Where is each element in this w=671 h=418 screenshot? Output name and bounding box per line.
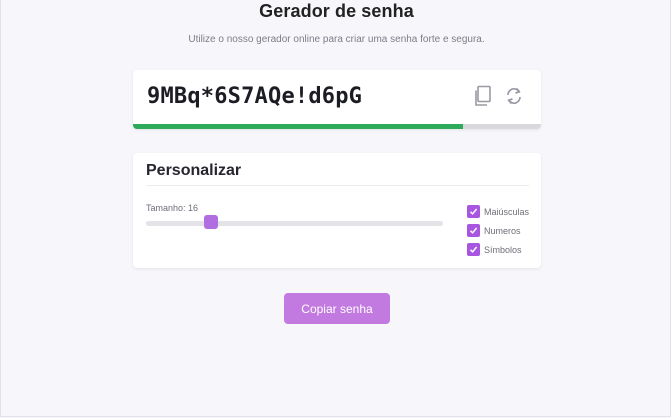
length-slider-thumb[interactable] — [204, 215, 219, 229]
length-label: Tamanho: 16 — [146, 203, 199, 213]
option-numbers[interactable]: Numeros — [467, 221, 529, 240]
symbols-checkbox[interactable] — [467, 243, 480, 256]
password-card: 9MBq*6S7AQe!d6pG — [133, 70, 541, 129]
app-frame: Gerador de senha Utilize o nosso gerador… — [0, 0, 671, 417]
customize-title: Personalizar — [146, 162, 242, 179]
symbols-label: Símbolos — [484, 244, 522, 255]
copy-password-button[interactable]: Copiar senha — [284, 293, 390, 324]
check-icon — [469, 227, 478, 234]
length-slider-track[interactable] — [146, 221, 443, 226]
password-display[interactable]: 9MBq*6S7AQe!d6pG — [147, 84, 362, 109]
customize-card: Personalizar Tamanho: 16 Maiúsculas Nume… — [133, 153, 541, 268]
numbers-label: Numeros — [484, 225, 521, 236]
page-subtitle: Utilize o nosso gerador online para cria… — [188, 34, 485, 45]
check-icon — [469, 208, 478, 215]
strength-meter-fill — [133, 124, 464, 129]
refresh-icon[interactable] — [504, 85, 524, 107]
strength-meter — [133, 124, 541, 129]
option-uppercase[interactable]: Maiúsculas — [467, 202, 529, 221]
copy-icon[interactable] — [473, 85, 493, 107]
page-title: Gerador de senha — [259, 1, 414, 21]
uppercase-label: Maiúsculas — [484, 206, 530, 217]
check-icon — [469, 246, 478, 253]
uppercase-checkbox[interactable] — [467, 205, 480, 218]
divider — [146, 185, 529, 186]
option-symbols[interactable]: Símbolos — [467, 240, 529, 259]
length-slider[interactable] — [146, 215, 443, 235]
options-list: Maiúsculas Numeros Símbolos — [467, 202, 529, 259]
numbers-checkbox[interactable] — [467, 224, 480, 237]
